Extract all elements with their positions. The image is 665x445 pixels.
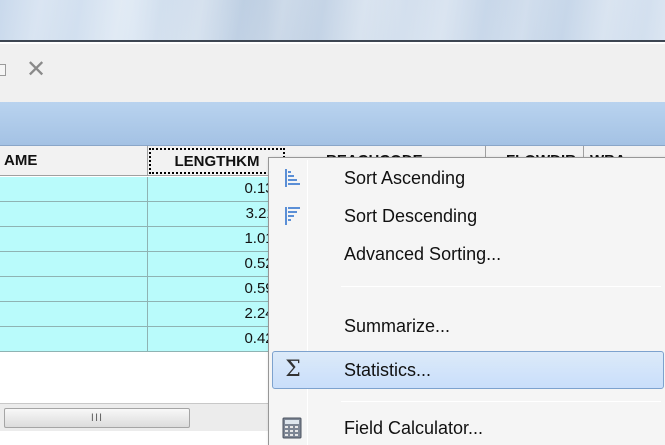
table-row[interactable]: 0.139 [0,177,290,202]
table-toolbar-band [0,102,665,146]
scrollbar-thumb[interactable]: III [4,408,190,428]
menu-item-sort-descending[interactable]: Sort Descending [272,198,664,234]
menu-item-statistics[interactable]: Σ Statistics... [272,351,664,389]
lengthkm-cell[interactable]: 0.595 [148,277,288,301]
name-cell[interactable] [0,252,148,276]
name-cell[interactable] [0,177,148,201]
lengthkm-cell[interactable]: 0.526 [148,252,288,276]
menu-item-sort-ascending[interactable]: Sort Ascending [272,160,664,196]
name-cell[interactable] [0,327,148,351]
column-header-lengthkm[interactable]: LENGTHKM [149,148,285,174]
table-row[interactable]: 0.595 [0,277,290,302]
menu-item-label: Field Calculator... [344,418,484,438]
lengthkm-cell[interactable]: 0.429 [148,327,288,351]
menu-item-label: Sort Ascending [344,168,466,188]
menu-item-label: Statistics... [344,360,432,380]
sigma-icon: Σ [285,357,301,382]
menu-item-label: Sort Descending [344,206,478,226]
window-title-strip [0,0,665,42]
restore-icon[interactable] [0,64,6,76]
table-row[interactable]: 2.244 [0,302,290,327]
menu-item-label: Summarize... [344,316,451,336]
close-icon[interactable]: ✕ [26,54,46,84]
lengthkm-cell[interactable]: 0.139 [148,177,288,201]
table-row[interactable]: 3.211 [0,202,290,227]
name-cell[interactable] [0,302,148,326]
menu-item-label: Advanced Sorting... [344,244,502,264]
table-row[interactable]: 1.017 [0,227,290,252]
table-row[interactable]: 0.429 [0,327,290,352]
menu-separator [341,286,661,287]
name-cell[interactable] [0,202,148,226]
calculator-icon [282,417,302,439]
menu-item-summarize[interactable]: Summarize... [272,308,664,344]
menu-item-advanced-sorting[interactable]: Advanced Sorting... [272,236,664,272]
sort-descending-icon [285,207,300,225]
column-header-name[interactable]: AME [0,146,148,176]
window-controls: ✕ [0,44,665,102]
horizontal-scrollbar[interactable]: III [0,403,272,431]
name-cell[interactable] [0,227,148,251]
menu-separator [341,401,661,402]
lengthkm-cell[interactable]: 1.017 [148,227,288,251]
lengthkm-cell[interactable]: 3.211 [148,202,288,226]
table-row[interactable]: 0.526 [0,252,290,277]
lengthkm-cell[interactable]: 2.244 [148,302,288,326]
name-cell[interactable] [0,277,148,301]
menu-item-field-calculator[interactable]: Field Calculator... [272,410,664,445]
sort-ascending-icon [285,169,300,187]
column-context-menu: Sort Ascending Sort Descending Advanced … [268,157,665,445]
